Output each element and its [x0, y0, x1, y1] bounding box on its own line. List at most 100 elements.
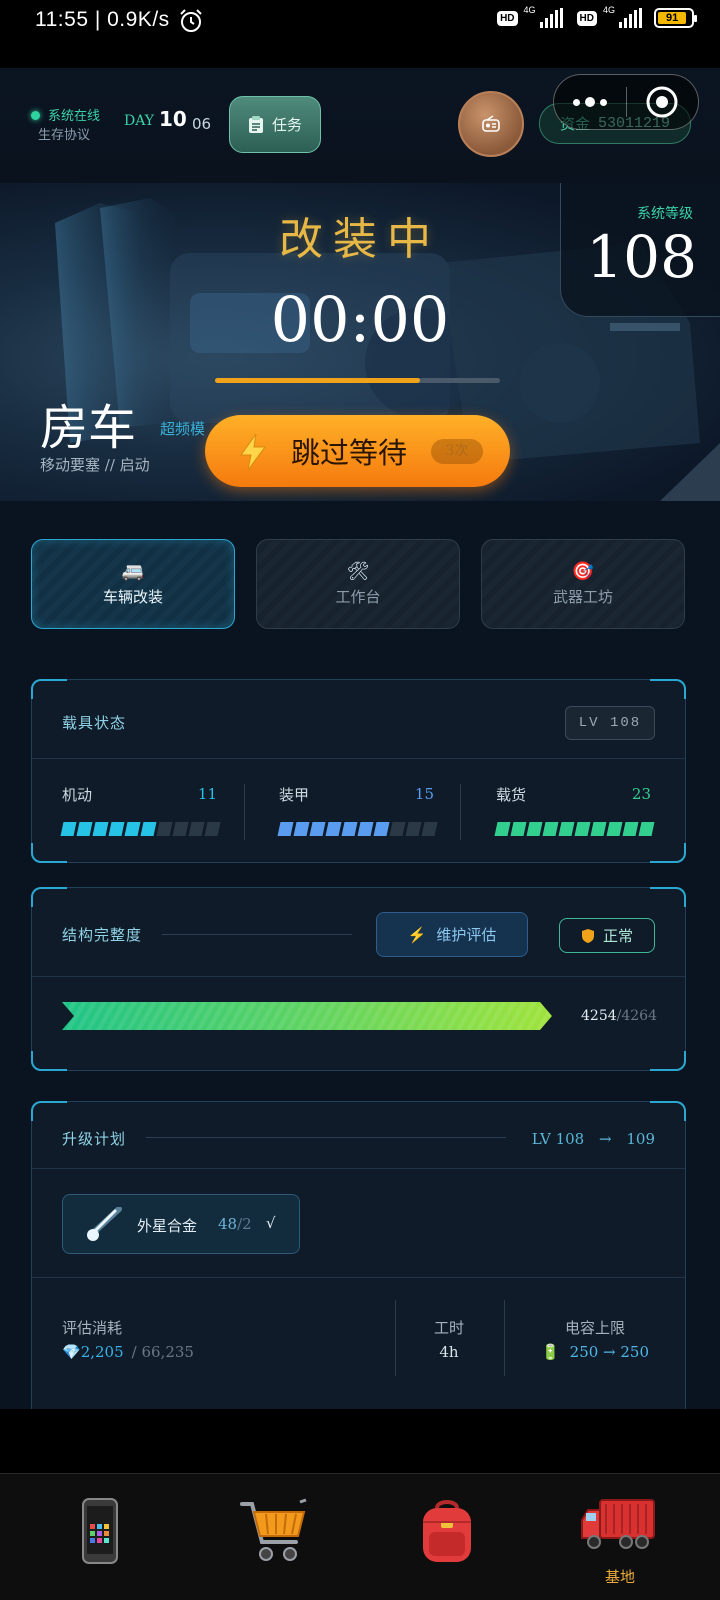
capacitor-value: 🔋 250 → 250	[505, 1343, 685, 1361]
stat-segment	[622, 822, 639, 836]
battery-level: 91	[658, 12, 687, 24]
alarm-icon	[180, 9, 202, 32]
stat-segment	[558, 822, 575, 836]
stat-name: 载货	[496, 786, 527, 804]
target-icon: 🎯	[571, 561, 595, 582]
stat-segment	[172, 822, 189, 836]
maintenance-eval-button[interactable]: ⚡ 维护评估	[376, 912, 528, 957]
more-menu-icon[interactable]	[554, 97, 626, 107]
cost-amount: 2,205	[80, 1343, 124, 1361]
tab-label: 武器工坊	[552, 588, 613, 606]
app-screen: 系统在线 生存协议 DAY 10 06 任务 资金 53011219	[0, 68, 720, 1409]
time-label: 工时	[433, 1319, 464, 1337]
panel-title: 升级计划	[62, 1130, 127, 1148]
stat-bar	[494, 822, 655, 836]
stat-segment	[638, 822, 655, 836]
stat-segment	[293, 822, 310, 836]
upgrade-from: LV 108	[531, 1130, 585, 1148]
van-icon: 🚐	[121, 561, 145, 582]
vehicle-mode: 超频模	[160, 420, 206, 438]
panel-title: 结构完整度	[62, 926, 143, 944]
network-type: 4G	[523, 5, 536, 15]
stat-segment	[124, 822, 141, 836]
day-label: DAY	[124, 113, 155, 129]
integrity-current: 4254	[581, 1008, 617, 1024]
nav-shop[interactable]	[185, 1474, 365, 1600]
vehicle-subtitle: 移动要塞 // 启动	[40, 456, 150, 474]
material-alien-alloy[interactable]: 外星合金 48/2 √	[62, 1194, 300, 1254]
radio-button[interactable]	[458, 91, 524, 157]
stat-segment	[204, 822, 221, 836]
material-name: 外星合金	[137, 1217, 198, 1235]
tools-icon: 🛠	[346, 561, 370, 582]
tab-vehicle-mod[interactable]: 🚐 车辆改装	[31, 539, 235, 629]
truck-icon	[581, 1499, 655, 1549]
tab-label: 车辆改装	[102, 588, 163, 606]
stat-segment	[76, 822, 93, 836]
stat-segment	[309, 822, 326, 836]
stat-value: 15	[414, 785, 434, 803]
skip-wait-button[interactable]: 跳过等待 3次	[205, 415, 510, 487]
vehicle-name: 房车	[40, 400, 137, 456]
stat-segment	[606, 822, 623, 836]
clipboard-icon	[248, 115, 263, 133]
tab-workbench[interactable]: 🛠 工作台	[256, 539, 460, 629]
nav-base[interactable]: 基地	[530, 1474, 710, 1600]
stat-bar	[277, 822, 438, 836]
cost-value: 💎2,205 / 66,235	[62, 1343, 194, 1361]
integrity-value: 4254/4264	[581, 1008, 657, 1024]
skip-count-badge: 3次	[431, 439, 483, 464]
time-value: 4h	[439, 1343, 459, 1361]
capacitor-amount: 250 → 250	[569, 1343, 650, 1361]
hd-icon: HD	[497, 10, 518, 26]
nav-phone[interactable]	[10, 1474, 190, 1600]
comet-icon	[87, 1207, 122, 1241]
status-label: 正常	[602, 927, 633, 945]
cart-icon	[240, 1498, 307, 1561]
day-sub: 06	[192, 115, 212, 133]
miniprogram-capsule	[553, 74, 699, 130]
arrow-icon: →	[599, 1130, 612, 1148]
stat-segment	[542, 822, 559, 836]
stat-segment	[389, 822, 406, 836]
integrity-max: /4264	[616, 1008, 657, 1024]
tab-weapon-workshop[interactable]: 🎯 武器工坊	[481, 539, 685, 629]
vehicle-status-panel: 载具状态 LV 108 机动 11 装甲 15 载货 23	[31, 679, 686, 863]
upgrade-plan-panel: 升级计划 LV 108 → 109 外星合金 48/2 √ 评估消耗 💎2,20…	[31, 1101, 686, 1409]
phone-icon	[82, 1498, 118, 1564]
modification-progress	[215, 378, 500, 383]
stat-segment	[357, 822, 374, 836]
task-button[interactable]: 任务	[229, 96, 321, 153]
stat-segment	[421, 822, 438, 836]
network-type: 4G	[602, 5, 615, 15]
stat-segment	[405, 822, 422, 836]
top-bar: 系统在线 生存协议 DAY 10 06 任务 资金 53011219	[0, 68, 720, 183]
stat-segment	[156, 822, 173, 836]
diamond-icon: 💎	[62, 1343, 81, 1361]
stat-bar	[60, 822, 221, 836]
upgrade-level: LV 108 → 109	[532, 1130, 655, 1148]
system-level-label: 系统等级	[637, 206, 693, 222]
system-online-text: 系统在线	[48, 109, 101, 124]
online-indicator	[31, 111, 40, 120]
vehicle-level-badge: LV 108	[565, 706, 655, 740]
capacitor-label: 电容上限	[564, 1319, 625, 1337]
stat-segment	[60, 822, 77, 836]
maintenance-label: 维护评估	[436, 926, 497, 944]
cost-total: / 66,235	[131, 1343, 194, 1361]
stat-segment	[108, 822, 125, 836]
stat-name: 机动	[62, 786, 93, 804]
skip-wait-label: 跳过等待	[291, 436, 408, 470]
close-target-icon[interactable]	[627, 85, 699, 119]
day-number: 10	[159, 107, 187, 131]
stat-segment	[341, 822, 358, 836]
upgrade-to: 109	[626, 1130, 655, 1148]
system-level-value: 108	[586, 223, 697, 291]
nav-backpack[interactable]	[357, 1474, 537, 1600]
stat-segment	[373, 822, 390, 836]
material-need: /2	[237, 1215, 252, 1233]
cost-label: 评估消耗	[62, 1319, 123, 1337]
stat-segment	[590, 822, 607, 836]
progress-fill	[215, 378, 421, 383]
protocol-text: 生存协议	[38, 128, 91, 143]
